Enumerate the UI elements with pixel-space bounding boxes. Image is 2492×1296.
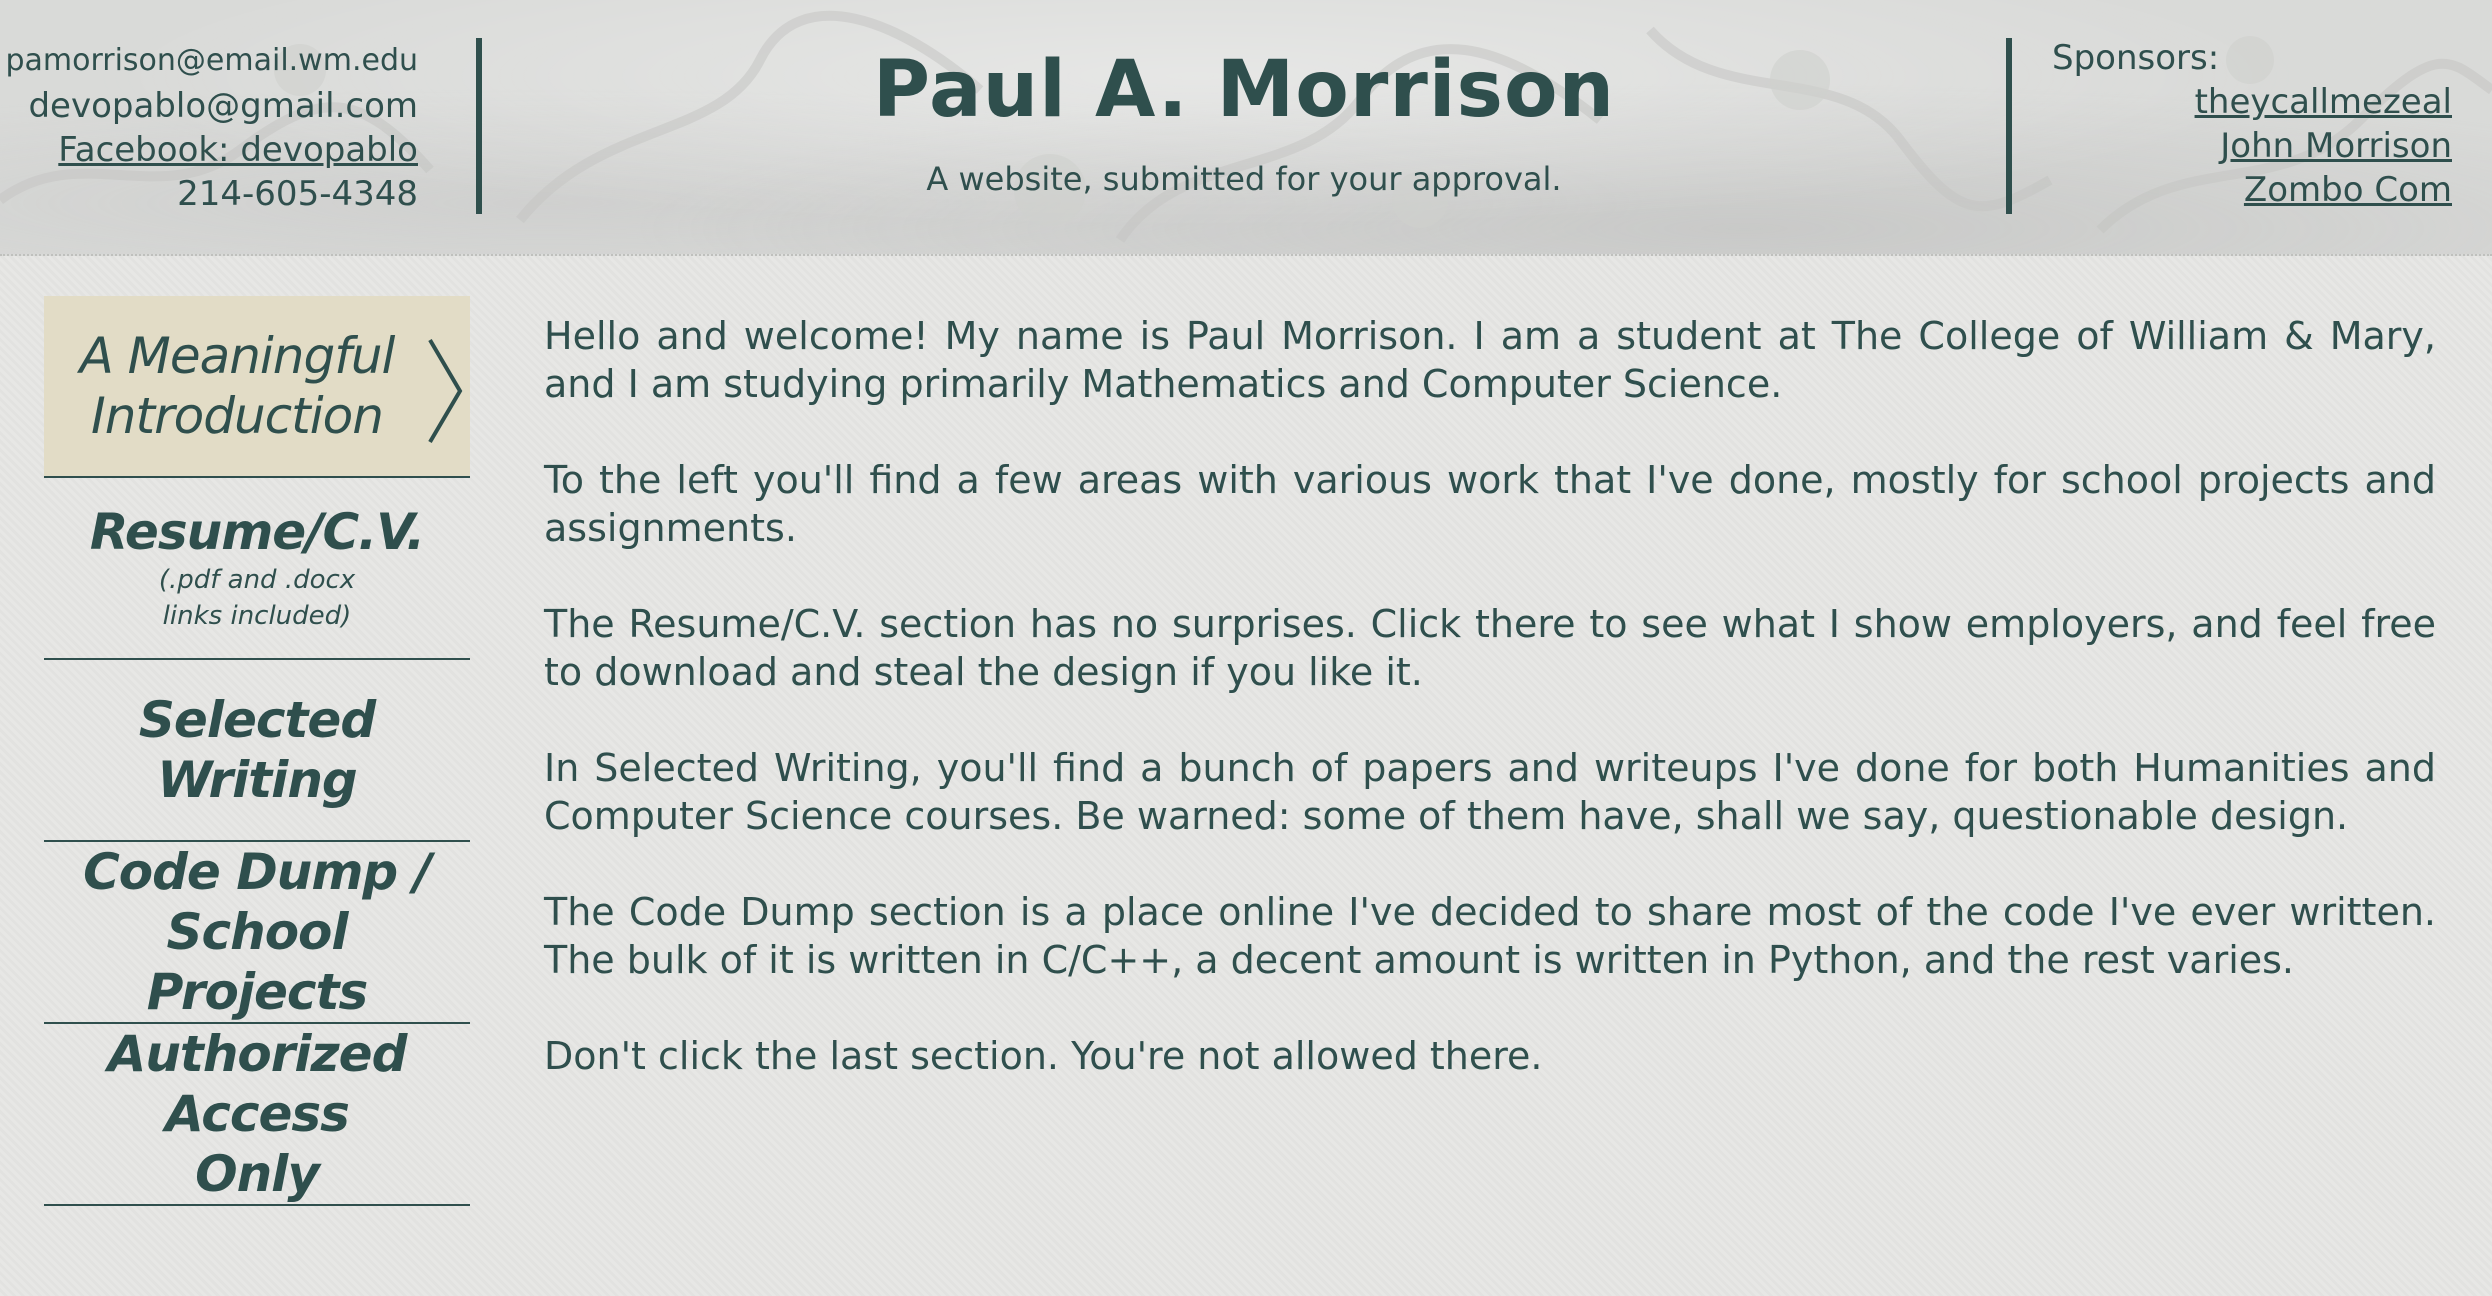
chevron-right-icon (428, 338, 463, 444)
sidebar-item-label: Code Dump / School Projects (83, 843, 432, 1021)
sponsor-link-john-morrison[interactable]: John Morrison (2052, 124, 2452, 168)
sidebar-item-label: Authorized Access Only (107, 1025, 408, 1203)
page: pamorrison@email.wm.edu devopablo@gmail.… (0, 0, 2492, 1296)
intro-paragraph: To the left you'll find a few areas with… (544, 458, 2436, 550)
sidebar-item-label: A Meaningful Introduction (79, 327, 396, 445)
sidebar-item-sublabel: (.pdf and .docx links included) (158, 565, 356, 631)
intro-paragraph: Don't click the last section. You're not… (544, 1034, 1543, 1078)
sponsor-link-zombo-com[interactable]: Zombo Com (2052, 168, 2452, 212)
sidebar-nav: A Meaningful Introduction Resume/C.V. (.… (44, 296, 470, 1206)
contact-block: pamorrison@email.wm.edu devopablo@gmail.… (0, 38, 418, 216)
header-divider-right (2006, 38, 2012, 214)
site-subtitle: A website, submitted for your approval. (926, 160, 1562, 198)
sidebar-item-authorized-access[interactable]: Authorized Access Only (44, 1024, 470, 1206)
intro-paragraph: The Resume/C.V. section has no surprises… (544, 602, 2436, 694)
personal-email[interactable]: devopablo@gmail.com (0, 84, 418, 128)
sponsors-block: Sponsors: theycallmezeal John Morrison Z… (2052, 36, 2452, 212)
sidebar-item-code-dump[interactable]: Code Dump / School Projects (44, 842, 470, 1024)
sponsor-link-theycallmezeal[interactable]: theycallmezeal (2052, 80, 2452, 124)
facebook-link[interactable]: Facebook: devopablo (0, 128, 418, 172)
main-content: Hello and welcome! My name is Paul Morri… (544, 312, 2436, 1128)
school-email[interactable]: pamorrison@email.wm.edu (0, 38, 418, 84)
phone-number: 214-605-4348 (177, 174, 418, 214)
intro-paragraph: The Code Dump section is a place online … (544, 890, 2436, 982)
title-block: Paul A. Morrison A website, submitted fo… (482, 42, 2006, 198)
sponsors-label: Sponsors: (2052, 38, 2220, 78)
sidebar-item-selected-writing[interactable]: Selected Writing (44, 660, 470, 842)
site-title: Paul A. Morrison (872, 45, 1616, 135)
header: pamorrison@email.wm.edu devopablo@gmail.… (0, 0, 2492, 256)
intro-paragraph: In Selected Writing, you'll find a bunch… (544, 746, 2436, 838)
sidebar-item-label: Selected Writing (138, 691, 376, 809)
sidebar-item-introduction[interactable]: A Meaningful Introduction (44, 296, 470, 478)
intro-paragraph: Hello and welcome! My name is Paul Morri… (544, 314, 2436, 406)
sidebar-item-label: Resume/C.V. (89, 503, 425, 561)
sidebar-item-resume[interactable]: Resume/C.V. (.pdf and .docx links includ… (44, 478, 470, 660)
